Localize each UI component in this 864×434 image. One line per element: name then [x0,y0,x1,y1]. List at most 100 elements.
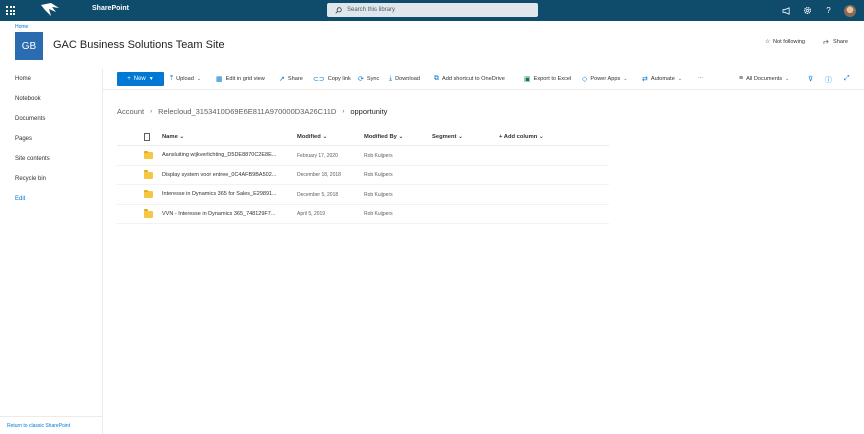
row-modified: April 5, 2019 [297,211,326,217]
breadcrumb: Account › Relecloud_3153410D69E6E811A970… [117,107,387,116]
column-header-modified-by[interactable]: Modified By ⌄ [364,134,403,140]
breadcrumb-current: opportunity [350,107,388,116]
upload-button[interactable]: ⤒ Upload ⌄ [170,75,201,83]
megaphone-icon[interactable] [776,0,797,21]
copy-link-button[interactable]: ⊂⊃ Copy link [313,75,351,83]
site-logo[interactable]: GB [15,32,43,60]
row-name[interactable]: Display system voor entree_0C4AFB9BA502.… [162,172,276,178]
breadcrumb-relecloud[interactable]: Relecloud_3153410D69E6E811A970000D3A26C1… [158,107,336,116]
site-share-button[interactable]: Share [823,39,848,45]
power-apps-icon: ◇ [582,76,588,83]
download-button[interactable]: ⤓ Download [389,75,420,83]
power-apps-button[interactable]: ◇ Power Apps ⌄ [582,75,627,83]
home-link[interactable]: Home [15,24,28,30]
waffle-icon[interactable] [0,0,21,21]
new-label: New [133,76,146,82]
app-title[interactable]: SharePoint [92,5,129,12]
row-modified-by[interactable]: Rob Kuijpers [364,211,393,217]
table-row[interactable]: Aansluiting wijkverlichting_D5DE8870C2E8… [117,146,609,166]
chevron-right-icon: › [150,108,153,115]
nav-item-recycle-bin[interactable]: Recycle bin [15,176,46,182]
folder-icon [144,189,153,198]
site-title[interactable]: GAC Business Solutions Team Site [53,39,225,51]
share-icon [823,39,829,45]
breadcrumb-account[interactable]: Account [117,107,144,116]
return-to-classic-link[interactable]: Return to classic SharePoint [0,416,103,434]
nav-item-pages[interactable]: Pages [15,136,32,142]
row-modified: December 18, 2018 [297,172,341,178]
edit-grid-label: Edit in grid view [225,76,265,82]
suite-bar: SharePoint Search this library ? [0,0,864,21]
avatar[interactable] [839,0,860,21]
list-icon: ≡ [739,75,744,82]
row-name[interactable]: Aansluiting wijkverlichting_D5DE8870C2E8… [162,152,276,158]
column-header-segment[interactable]: Segment ⌄ [432,134,463,140]
gear-icon[interactable] [797,0,818,21]
nav-item-site-contents[interactable]: Site contents [15,156,50,162]
automate-icon: ⇄ [642,76,648,83]
row-name[interactable]: VVN - Interesse in Dynamics 365_748129F7… [162,211,275,217]
new-button[interactable]: + New ▼ [117,72,164,86]
share-button[interactable]: ↗ Share [279,75,303,83]
nav-item-home[interactable]: Home [15,76,31,82]
table-row[interactable]: Interesse in Dynamics 365 for Sales_E298… [117,185,609,205]
command-bar: + New ▼ ⤒ Upload ⌄ ▦ Edit in grid view ↗ Sha… [103,69,864,90]
row-modified-by[interactable]: Rob Kuijpers [364,153,393,159]
upload-icon: ⤒ [170,75,174,82]
grid-icon: ▦ [216,76,223,83]
view-label: All Documents [746,75,783,82]
upload-label: Upload [176,76,194,82]
automate-button[interactable]: ⇄ Automate ⌄ [642,75,682,83]
search-box[interactable]: Search this library [327,3,538,17]
chevron-down-icon: ⌄ [196,76,202,82]
download-icon: ⤓ [389,75,393,82]
expand-icon[interactable]: ⤢ [844,75,850,83]
nav-edit-link[interactable]: Edit [15,196,25,202]
row-modified-by[interactable]: Rob Kuijpers [364,192,393,198]
download-label: Download [395,76,420,82]
link-icon: ⊂⊃ [313,76,325,83]
list-header: Name ⌄ Modified ⌄ Modified By ⌄ Segment … [117,130,609,146]
info-icon[interactable]: ⓘ [825,75,832,85]
column-header-name[interactable]: Name ⌄ [162,134,184,140]
chevron-right-icon: › [342,108,345,115]
add-shortcut-label: Add shortcut to OneDrive [442,76,505,82]
add-shortcut-button[interactable]: ⧉ Add shortcut to OneDrive [434,75,505,83]
folder-icon [144,150,153,159]
row-modified: December 5, 2018 [297,191,339,198]
table-row[interactable]: VVN - Interesse in Dynamics 365_748129F7… [117,205,609,224]
copy-link-label: Copy link [327,76,351,82]
add-column-button[interactable]: + Add column ⌄ [499,134,544,140]
sync-label: Sync [366,76,380,82]
share-label: Share [287,76,303,82]
sync-icon: ⟳ [358,76,364,83]
sync-button[interactable]: ⟳ Sync [358,75,379,83]
search-input[interactable]: Search this library [347,7,395,13]
search-icon [335,6,342,14]
nav-item-notebook[interactable]: Notebook [15,96,41,102]
chevron-down-icon: ⌄ [677,76,683,82]
column-header-modified[interactable]: Modified ⌄ [297,134,327,140]
row-modified-by[interactable]: Rob Kuijpers [364,172,393,178]
export-excel-label: Export to Excel [533,76,572,82]
chevron-down-icon: ⌄ [623,76,628,82]
site-header: Home GB GAC Business Solutions Team Site… [0,21,864,69]
shortcut-icon: ⧉ [434,75,439,82]
export-excel-button[interactable]: ▣ Export to Excel [524,75,571,83]
edit-grid-button[interactable]: ▦ Edit in grid view [216,75,265,83]
view-selector[interactable]: ≡ All Documents ⌄ [739,75,789,82]
filter-icon[interactable]: ⊽ [808,75,813,83]
row-modified: February 17, 2020 [297,152,338,159]
power-apps-label: Power Apps [590,76,621,82]
help-icon[interactable]: ? [818,0,839,21]
folder-icon [144,170,153,179]
row-name[interactable]: Interesse in Dynamics 365 for Sales_E298… [162,191,277,197]
share-icon: ↗ [279,76,285,83]
follow-label: Not following [773,39,806,45]
file-type-icon[interactable] [144,133,150,141]
more-commands-button[interactable]: ··· [698,75,704,81]
folder-icon [144,209,153,218]
table-row[interactable]: Display system voor entree_0C4AFB9BA502.… [117,166,609,185]
nav-item-documents[interactable]: Documents [15,116,45,122]
follow-button[interactable]: ☆ Not following [765,39,805,45]
